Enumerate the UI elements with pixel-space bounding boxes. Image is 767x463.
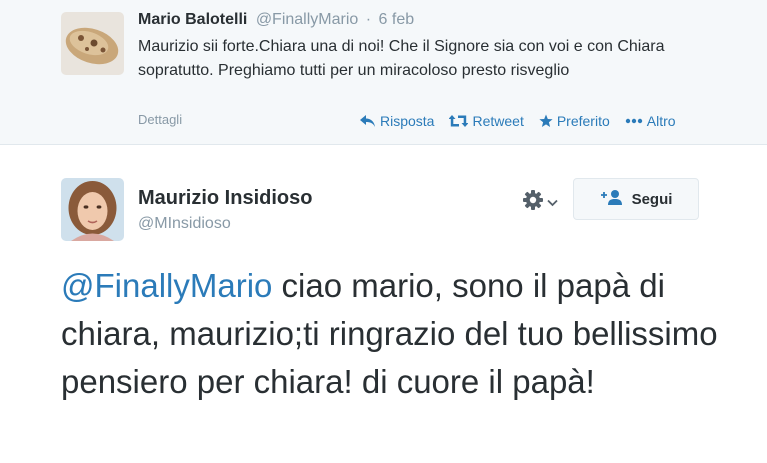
more-label: Altro xyxy=(646,113,676,129)
add-user-icon xyxy=(600,189,624,209)
main-tweet-text: @FinallyMario ciao mario, sono il papà d… xyxy=(61,262,751,406)
retweet-button[interactable]: Retweet xyxy=(449,113,524,129)
parent-tweet: Mario Balotelli @FinallyMario · 6 feb Ma… xyxy=(0,0,767,145)
star-icon xyxy=(539,114,553,128)
main-author-handle[interactable]: @MInsidioso xyxy=(138,215,231,233)
follow-button[interactable]: Segui xyxy=(573,178,699,220)
parent-tweet-date[interactable]: 6 feb xyxy=(379,11,415,28)
favorite-button[interactable]: Preferito xyxy=(539,113,610,129)
retweet-label: Retweet xyxy=(472,113,524,129)
gear-icon xyxy=(522,189,544,216)
chevron-down-icon xyxy=(547,194,558,212)
reply-arrow-icon xyxy=(360,115,376,127)
parent-author-handle[interactable]: @FinallyMario xyxy=(256,11,358,28)
parent-author-name[interactable]: Mario Balotelli xyxy=(138,11,247,28)
reply-label: Risposta xyxy=(380,113,435,129)
ellipsis-icon xyxy=(625,118,643,124)
user-actions-dropdown[interactable] xyxy=(522,189,558,216)
details-link[interactable]: Dettagli xyxy=(138,112,182,127)
reply-button[interactable]: Risposta xyxy=(360,113,434,129)
more-button[interactable]: Altro xyxy=(625,113,676,129)
parent-tweet-header: Mario Balotelli @FinallyMario · 6 feb xyxy=(138,11,414,29)
parent-tweet-actions: Risposta Retweet Preferito Altro xyxy=(360,113,676,129)
main-author-avatar[interactable] xyxy=(61,178,124,241)
retweet-icon xyxy=(449,115,469,127)
parent-author-avatar[interactable] xyxy=(61,12,124,75)
follow-label: Segui xyxy=(631,190,673,208)
main-author-name[interactable]: Maurizio Insidioso xyxy=(138,187,312,210)
favorite-label: Preferito xyxy=(556,113,610,129)
parent-tweet-text: Maurizio sii forte.Chiara una di noi! Ch… xyxy=(138,38,665,79)
header-separator: · xyxy=(365,11,372,28)
mention-link[interactable]: @FinallyMario xyxy=(61,267,272,304)
